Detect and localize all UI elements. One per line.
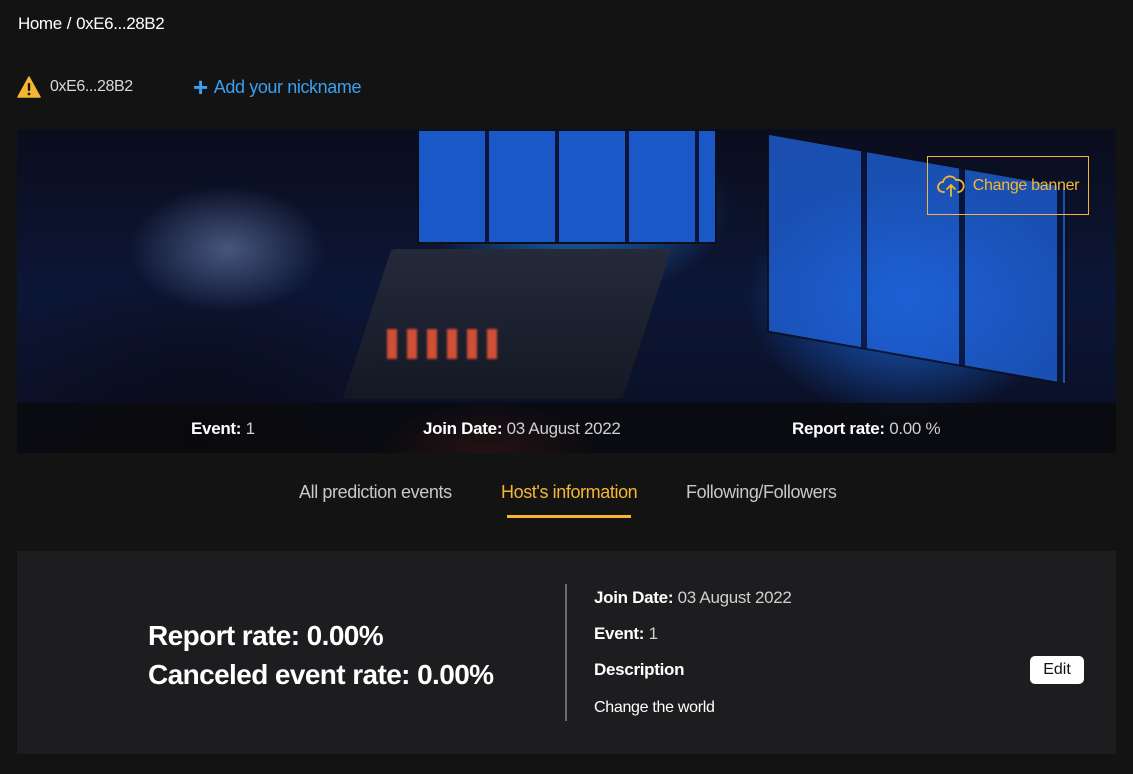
plus-icon: +: [193, 72, 208, 102]
banner-art-console: [342, 249, 672, 399]
info-join-date-label: Join Date:: [594, 588, 674, 607]
stat-report-rate-label: Report rate:: [792, 419, 885, 438]
banner-stats-bar: Event: 1 Join Date: 03 August 2022 Repor…: [17, 403, 1116, 453]
change-banner-label: Change banner: [972, 176, 1080, 194]
info-event-label: Event:: [594, 624, 645, 643]
stat-join-date-label: Join Date:: [423, 419, 503, 438]
info-join-date: Join Date: 03 August 2022: [594, 588, 792, 608]
tab-all-prediction-events[interactable]: All prediction events: [299, 482, 452, 503]
add-nickname-label: Add your nickname: [213, 76, 362, 97]
tab-following-followers[interactable]: Following/Followers: [686, 482, 837, 503]
breadcrumb-current: 0xE6...28B2: [76, 14, 165, 33]
info-event-value: 1: [648, 624, 658, 643]
host-info-panel: Report rate: 0.00% Canceled event rate: …: [17, 551, 1116, 754]
host-rates: Report rate: 0.00% Canceled event rate: …: [148, 616, 494, 694]
info-event: Event: 1: [594, 624, 658, 644]
warning-triangle-icon: [17, 76, 41, 98]
profile-banner: Change banner Event: 1 Join Date: 03 Aug…: [17, 129, 1116, 453]
cloud-upload-icon: [936, 174, 965, 198]
canceled-event-rate-text: Canceled event rate: 0.00%: [148, 659, 494, 690]
stat-join-date: Join Date: 03 August 2022: [423, 419, 621, 439]
info-join-date-value: 03 August 2022: [677, 588, 792, 607]
stat-report-rate-value: 0.00 %: [889, 419, 941, 438]
tab-hosts-information[interactable]: Host's information: [501, 482, 638, 503]
edit-description-button[interactable]: Edit: [1030, 656, 1084, 684]
stat-event-label: Event:: [191, 419, 242, 438]
add-nickname-button[interactable]: + Add your nickname: [193, 72, 361, 102]
breadcrumb-separator: /: [66, 14, 72, 33]
stat-report-rate: Report rate: 0.00 %: [792, 419, 941, 439]
description-value: Change the world: [594, 699, 715, 716]
report-rate-text: Report rate: 0.00%: [148, 620, 384, 651]
banner-art-monitor: [417, 129, 717, 244]
breadcrumb-home-link[interactable]: Home: [18, 14, 62, 34]
info-description-text: Change the world: [594, 699, 715, 717]
info-description-heading: Description: [594, 660, 685, 680]
panel-divider: [565, 584, 567, 721]
wallet-address: 0xE6...28B2: [50, 78, 133, 95]
change-banner-button[interactable]: Change banner: [927, 156, 1089, 215]
breadcrumb: Home / 0xE6...28B2: [18, 14, 165, 34]
profile-identity: 0xE6...28B2: [17, 72, 133, 102]
description-label: Description: [594, 660, 685, 679]
banner-art-lights: [387, 329, 507, 359]
active-tab-indicator: [507, 515, 631, 518]
stat-join-date-value: 03 August 2022: [506, 419, 621, 438]
stat-event-value: 1: [245, 419, 255, 438]
stat-event: Event: 1: [191, 419, 255, 439]
